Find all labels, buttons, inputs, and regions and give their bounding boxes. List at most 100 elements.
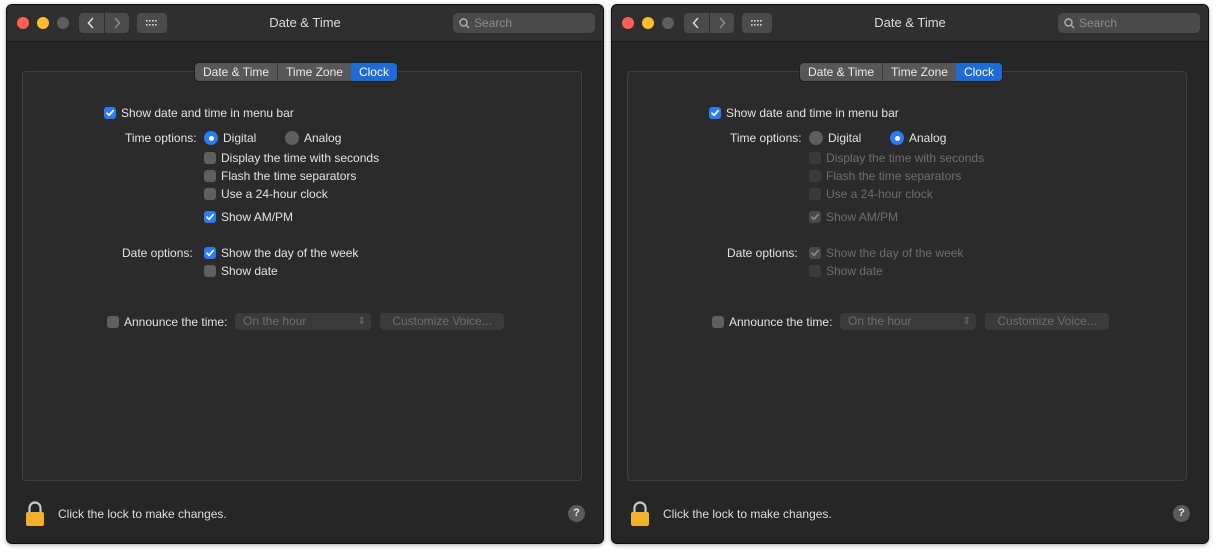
announce-time-label: Announce the time: <box>729 315 833 329</box>
chevron-left-icon <box>87 17 94 29</box>
date-options-label: Date options: <box>122 246 193 260</box>
digital-label: Digital <box>223 131 257 145</box>
customize-voice-button[interactable]: Customize Voice... <box>380 313 504 330</box>
flash-separators-checkbox[interactable] <box>809 170 821 182</box>
announce-time-row: Announce the time: <box>712 315 832 329</box>
show-day-of-week-row: Show the day of the week <box>809 246 963 260</box>
show-day-of-week-checkbox[interactable] <box>809 247 821 259</box>
show-menu-bar-label: Show date and time in menu bar <box>726 106 899 120</box>
time-options-label: Time options: <box>125 131 197 145</box>
show-menu-bar-label: Show date and time in menu bar <box>121 106 294 120</box>
digital-option[interactable]: Digital <box>809 131 861 145</box>
show-am-pm-row: Show AM/PM <box>809 210 898 224</box>
footer: Click the lock to make changes. ? <box>7 483 603 543</box>
announce-interval-value: On the hour <box>848 314 912 328</box>
tab-date-time[interactable]: Date & Time <box>195 63 277 81</box>
flash-separators-row: Flash the time separators <box>204 169 356 183</box>
show-menu-bar-row: Show date and time in menu bar <box>104 106 294 120</box>
tab-clock[interactable]: Clock <box>955 63 1002 81</box>
search-field[interactable]: Search <box>453 13 595 33</box>
nav-buttons <box>79 13 129 33</box>
announce-interval-select[interactable]: On the hour ⇕ <box>235 313 371 330</box>
date-time-window: Date & Time Search Date & Time Time Zone C… <box>6 4 604 544</box>
analog-radio[interactable] <box>285 131 299 145</box>
time-options-row: Time options: <box>730 131 802 145</box>
show-menu-bar-row: Show date and time in menu bar <box>709 106 899 120</box>
lock-message: Click the lock to make changes. <box>663 507 832 521</box>
show-date-row: Show date <box>204 264 278 278</box>
show-am-pm-label: Show AM/PM <box>221 210 294 224</box>
grid-icon <box>146 20 157 26</box>
help-button[interactable]: ? <box>1173 505 1190 522</box>
display-seconds-label: Display the time with seconds <box>221 151 380 165</box>
show-date-label: Show date <box>826 264 883 278</box>
close-button[interactable] <box>17 17 29 29</box>
show-date-checkbox[interactable] <box>809 265 821 277</box>
analog-option[interactable]: Analog <box>890 131 946 145</box>
use-24-hour-label: Use a 24-hour clock <box>826 187 933 201</box>
digital-radio[interactable] <box>809 131 823 145</box>
flash-separators-row: Flash the time separators <box>809 169 961 183</box>
close-button[interactable] <box>622 17 634 29</box>
lock-icon[interactable] <box>25 501 45 527</box>
show-day-of-week-checkbox[interactable] <box>204 247 216 259</box>
forward-button[interactable] <box>708 13 735 33</box>
digital-radio[interactable] <box>204 131 218 145</box>
display-seconds-checkbox[interactable] <box>204 152 216 164</box>
back-button[interactable] <box>79 13 104 33</box>
display-seconds-row: Display the time with seconds <box>809 151 984 165</box>
tab-date-time[interactable]: Date & Time <box>800 63 882 81</box>
flash-separators-label: Flash the time separators <box>221 169 357 183</box>
search-placeholder: Search <box>1079 16 1118 30</box>
show-date-row: Show date <box>809 264 883 278</box>
display-seconds-label: Display the time with seconds <box>826 151 985 165</box>
use-24-hour-checkbox[interactable] <box>204 188 216 200</box>
digital-label: Digital <box>828 131 862 145</box>
show-menu-bar-checkbox[interactable] <box>104 107 116 119</box>
time-options-row: Time options: <box>125 131 197 145</box>
analog-label: Analog <box>909 131 947 145</box>
search-icon <box>1064 17 1075 29</box>
help-button[interactable]: ? <box>568 505 585 522</box>
date-options-row: Date options: <box>727 246 798 260</box>
use-24-hour-label: Use a 24-hour clock <box>221 187 328 201</box>
show-date-checkbox[interactable] <box>204 265 216 277</box>
announce-time-checkbox[interactable] <box>107 316 119 328</box>
digital-option[interactable]: Digital <box>204 131 256 145</box>
show-menu-bar-checkbox[interactable] <box>709 107 721 119</box>
zoom-button[interactable] <box>57 17 69 29</box>
show-day-of-week-label: Show the day of the week <box>221 246 359 260</box>
time-options-label: Time options: <box>730 131 802 145</box>
tab-clock[interactable]: Clock <box>350 63 397 81</box>
back-button[interactable] <box>684 13 709 33</box>
lock-icon[interactable] <box>630 501 650 527</box>
announce-time-checkbox[interactable] <box>712 316 724 328</box>
show-am-pm-checkbox[interactable] <box>204 211 216 223</box>
analog-option[interactable]: Analog <box>285 131 341 145</box>
window-title: Date & Time <box>874 15 946 30</box>
display-seconds-checkbox[interactable] <box>809 152 821 164</box>
show-am-pm-checkbox[interactable] <box>809 211 821 223</box>
flash-separators-label: Flash the time separators <box>826 169 962 183</box>
search-field[interactable]: Search <box>1058 13 1200 33</box>
search-icon <box>459 17 470 29</box>
use-24-hour-checkbox[interactable] <box>809 188 821 200</box>
forward-button[interactable] <box>103 13 130 33</box>
analog-radio[interactable] <box>890 131 904 145</box>
flash-separators-checkbox[interactable] <box>204 170 216 182</box>
tab-bar: Date & Time Time Zone Clock <box>195 63 397 81</box>
show-all-button[interactable] <box>742 13 772 33</box>
minimize-button[interactable] <box>37 17 49 29</box>
zoom-button[interactable] <box>662 17 674 29</box>
footer: Click the lock to make changes. ? <box>612 483 1208 543</box>
tab-time-zone[interactable]: Time Zone <box>882 63 956 81</box>
show-all-button[interactable] <box>137 13 167 33</box>
customize-voice-button[interactable]: Customize Voice... <box>985 313 1109 330</box>
show-am-pm-label: Show AM/PM <box>826 210 899 224</box>
updown-icon: ⇕ <box>357 316 366 327</box>
chevron-right-icon <box>719 17 726 29</box>
announce-interval-select[interactable]: On the hour ⇕ <box>840 313 976 330</box>
tab-time-zone[interactable]: Time Zone <box>277 63 351 81</box>
minimize-button[interactable] <box>642 17 654 29</box>
date-options-row: Date options: <box>122 246 193 260</box>
